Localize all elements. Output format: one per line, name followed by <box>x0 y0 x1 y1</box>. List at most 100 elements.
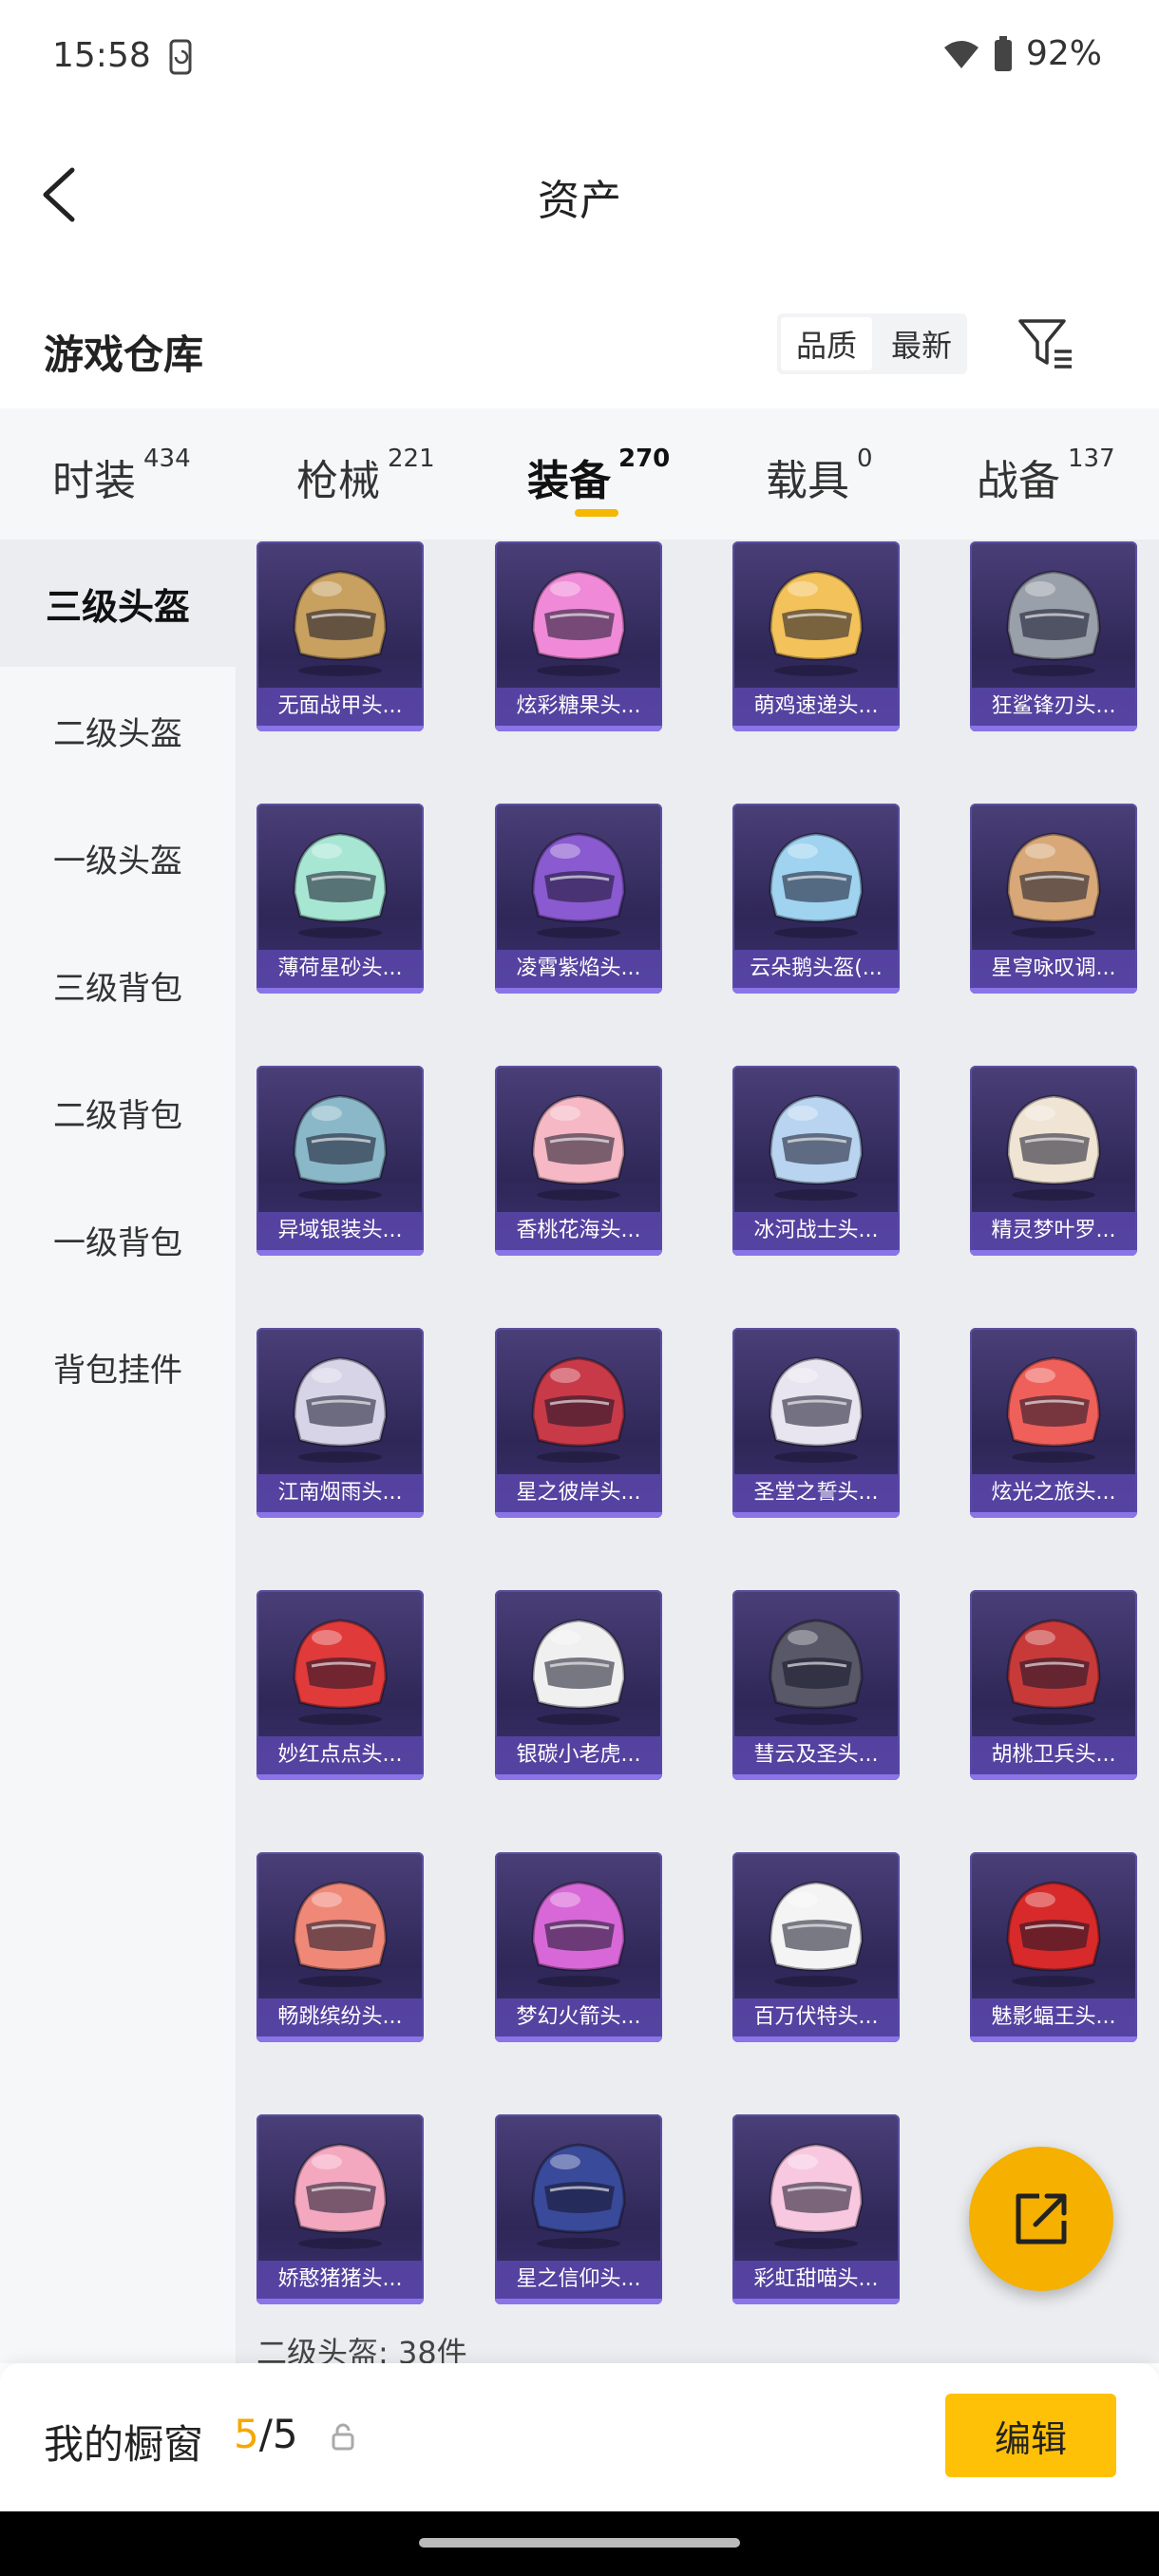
item-card[interactable]: 凌霄紫焰头... <box>495 804 662 994</box>
item-card[interactable]: 炫彩糖果头... <box>495 541 662 731</box>
active-tab-indicator <box>575 509 618 517</box>
helmet-icon <box>1006 1619 1101 1725</box>
helmet-icon <box>531 1356 626 1463</box>
item-name: 冰河战士头... <box>732 1212 900 1250</box>
card-rarity-bar <box>732 2036 900 2042</box>
sidebar-item-level1-backpack[interactable]: 一级背包 <box>0 1176 236 1303</box>
item-card[interactable]: 彩虹甜喵头... <box>732 2114 900 2304</box>
sort-option-quality[interactable]: 品质 <box>781 317 872 370</box>
item-name: 星之信仰头... <box>495 2261 662 2299</box>
helmet-icon <box>1006 1356 1101 1463</box>
page-title: 资产 <box>538 177 621 225</box>
tab-supplies[interactable]: 战备 137 <box>977 445 1115 507</box>
card-rarity-bar <box>732 988 900 994</box>
item-name: 娇憨猪猪头... <box>256 2261 424 2299</box>
wifi-icon <box>943 40 978 68</box>
helmet-icon <box>293 1881 388 1987</box>
item-card[interactable]: 魅影蝠王头... <box>970 1852 1137 2042</box>
item-card[interactable]: 狂鲨锋刃头... <box>970 541 1137 731</box>
item-card[interactable]: 萌鸡速递头... <box>732 541 900 731</box>
item-card[interactable]: 云朵鹅头盔(... <box>732 804 900 994</box>
sidebar-item-backpack-charm[interactable]: 背包挂件 <box>0 1303 236 1430</box>
item-card[interactable]: 妙红点点头... <box>256 1590 424 1780</box>
item-card[interactable]: 精灵梦叶罗... <box>970 1066 1137 1256</box>
item-name: 香桃花海头... <box>495 1212 662 1250</box>
item-card[interactable]: 炫光之旅头... <box>970 1328 1137 1518</box>
item-card[interactable]: 畅跳缤纷头... <box>256 1852 424 2042</box>
item-name: 胡桃卫兵头... <box>970 1736 1137 1774</box>
card-rarity-bar <box>495 1512 662 1518</box>
item-name: 异域银装头... <box>256 1212 424 1250</box>
card-rarity-bar <box>495 726 662 731</box>
item-name: 星穹咏叹调... <box>970 950 1137 988</box>
helmet-icon <box>531 570 626 676</box>
edit-button[interactable]: 编辑 <box>945 2394 1116 2477</box>
item-name: 梦幻火箭头... <box>495 1998 662 2036</box>
item-card[interactable]: 星之彼岸头... <box>495 1328 662 1518</box>
item-card[interactable]: 星之信仰头... <box>495 2114 662 2304</box>
helmet-icon <box>531 2143 626 2249</box>
item-card[interactable]: 银碳小老虎... <box>495 1590 662 1780</box>
sidebar-item-level3-helmet[interactable]: 三级头盔 <box>0 540 236 667</box>
status-time: 15:58 <box>52 36 151 75</box>
helmet-icon <box>769 570 864 676</box>
card-rarity-bar <box>495 1774 662 1780</box>
helmet-icon <box>531 1094 626 1201</box>
item-card[interactable]: 梦幻火箭头... <box>495 1852 662 2042</box>
helmet-icon <box>769 1619 864 1725</box>
item-card[interactable]: 香桃花海头... <box>495 1066 662 1256</box>
item-card[interactable]: 薄荷星砂头... <box>256 804 424 994</box>
item-card[interactable]: 冰河战士头... <box>732 1066 900 1256</box>
item-name: 彗云及圣头... <box>732 1736 900 1774</box>
item-name: 炫光之旅头... <box>970 1474 1137 1512</box>
item-card[interactable]: 星穹咏叹调... <box>970 804 1137 994</box>
tab-equipment[interactable]: 装备 270 <box>527 445 670 507</box>
helmet-icon <box>1006 1094 1101 1201</box>
card-rarity-bar <box>970 2036 1137 2042</box>
item-card[interactable]: 百万伏特头... <box>732 1852 900 2042</box>
card-rarity-bar <box>495 1250 662 1256</box>
card-rarity-bar <box>732 2299 900 2304</box>
card-rarity-bar <box>256 1512 424 1518</box>
tab-weapons[interactable]: 枪械 221 <box>296 445 435 507</box>
item-card[interactable]: 胡桃卫兵头... <box>970 1590 1137 1780</box>
item-name: 百万伏特头... <box>732 1998 900 2036</box>
filter-icon[interactable] <box>1016 315 1075 372</box>
home-gesture-handle[interactable] <box>419 2538 740 2548</box>
sidebar-item-level1-helmet[interactable]: 一级头盔 <box>0 794 236 921</box>
card-rarity-bar <box>256 1774 424 1780</box>
helmet-icon <box>1006 570 1101 676</box>
card-rarity-bar <box>495 988 662 994</box>
card-rarity-bar <box>256 2299 424 2304</box>
sort-option-newest[interactable]: 最新 <box>876 313 967 374</box>
helmet-icon <box>769 1881 864 1987</box>
tab-vehicles[interactable]: 载具 0 <box>766 445 873 507</box>
helmet-icon <box>293 2143 388 2249</box>
item-card[interactable]: 无面战甲头... <box>256 541 424 731</box>
sidebar-item-level2-helmet[interactable]: 二级头盔 <box>0 667 236 794</box>
item-card[interactable]: 娇憨猪猪头... <box>256 2114 424 2304</box>
helmet-icon <box>531 832 626 938</box>
external-link-icon <box>1016 2193 1067 2245</box>
item-name: 江南烟雨头... <box>256 1474 424 1512</box>
card-rarity-bar <box>970 726 1137 731</box>
sidebar-item-level2-backpack[interactable]: 二级背包 <box>0 1049 236 1176</box>
card-rarity-bar <box>256 988 424 994</box>
item-card[interactable]: 江南烟雨头... <box>256 1328 424 1518</box>
item-card[interactable]: 异域银装头... <box>256 1066 424 1256</box>
section-title: 游戏仓库 <box>44 331 204 378</box>
tab-fashion[interactable]: 时装 434 <box>52 445 191 507</box>
sort-toggle: 品质 最新 <box>777 313 967 374</box>
item-name: 萌鸡速递头... <box>732 688 900 726</box>
item-name: 妙红点点头... <box>256 1736 424 1774</box>
status-indicators: 92% <box>942 34 1102 73</box>
share-button[interactable] <box>969 2147 1113 2291</box>
sidebar-item-level3-backpack[interactable]: 三级背包 <box>0 921 236 1049</box>
item-card[interactable]: 圣堂之誓头... <box>732 1328 900 1518</box>
item-name: 精灵梦叶罗... <box>970 1212 1137 1250</box>
showcase-count: 5/5 <box>234 2411 298 2457</box>
item-card[interactable]: 彗云及圣头... <box>732 1590 900 1780</box>
helmet-icon <box>531 1881 626 1987</box>
card-rarity-bar <box>495 2299 662 2304</box>
card-rarity-bar <box>256 1250 424 1256</box>
